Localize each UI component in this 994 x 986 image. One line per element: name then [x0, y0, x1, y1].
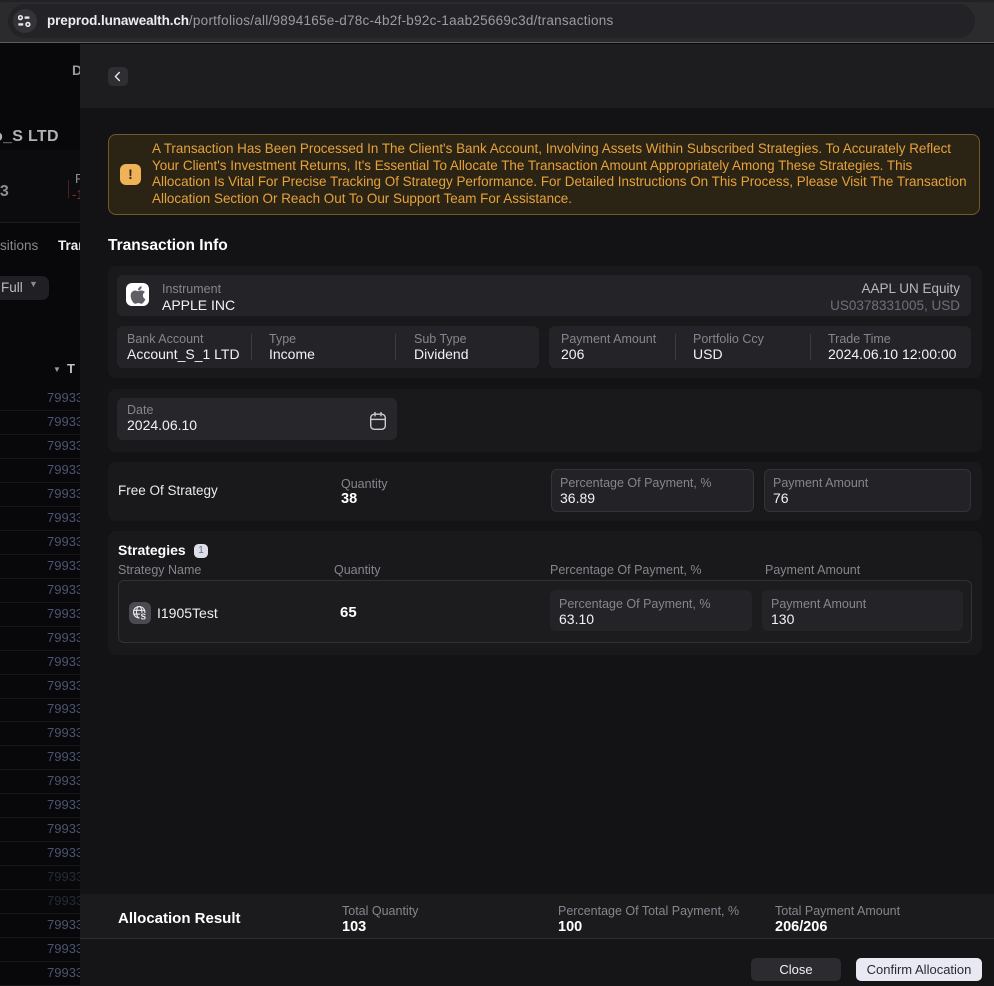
svg-text:S: S — [141, 613, 147, 621]
